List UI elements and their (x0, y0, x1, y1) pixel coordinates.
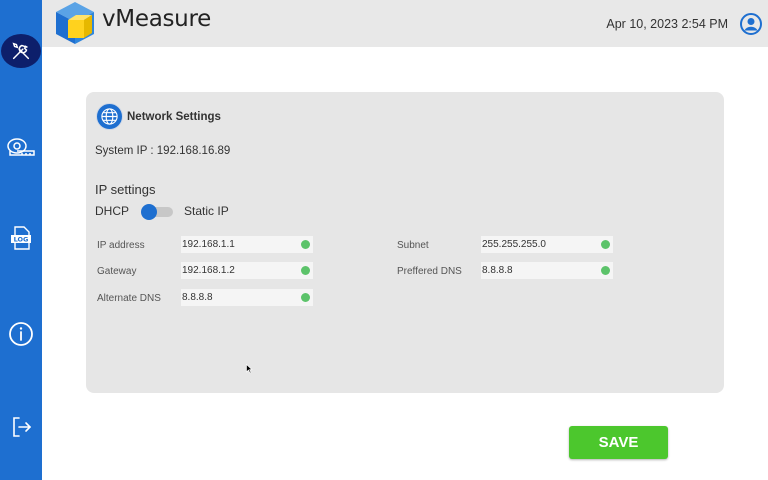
alternate-dns-label: Alternate DNS (97, 293, 161, 304)
ip-address-value: 192.168.1.1 (182, 239, 235, 250)
ip-address-input[interactable]: 192.168.1.1 (181, 236, 313, 253)
ip-mode-row: DHCP Static IP (95, 204, 229, 220)
subnet-input[interactable]: 255.255.255.0 (481, 236, 613, 253)
sidebar-item-info[interactable] (0, 314, 42, 354)
user-account-icon[interactable] (740, 13, 762, 35)
preferred-dns-value: 8.8.8.8 (482, 265, 513, 276)
ip-address-label: IP address (97, 240, 145, 251)
panel-title: Network Settings (127, 110, 221, 123)
valid-check-icon (601, 266, 610, 275)
sidebar-item-settings[interactable] (0, 31, 42, 71)
top-header: vMeasure Apr 10, 2023 2:54 PM (42, 0, 768, 47)
subnet-label: Subnet (397, 240, 429, 251)
toggle-knob (141, 204, 158, 220)
ip-settings-heading: IP settings (95, 182, 156, 197)
ip-mode-toggle[interactable] (141, 204, 174, 220)
subnet-value: 255.255.255.0 (482, 239, 546, 250)
gateway-label: Gateway (97, 266, 137, 277)
sidebar-item-measure[interactable] (0, 128, 42, 168)
alternate-dns-input[interactable]: 8.8.8.8 (181, 289, 313, 306)
sidebar: LOG (0, 0, 42, 480)
network-settings-panel: Network Settings System IP : 192.168.16.… (86, 92, 724, 393)
static-ip-label: Static IP (184, 204, 229, 218)
sidebar-item-logout[interactable] (0, 407, 42, 447)
app-brand: vMeasure (102, 6, 211, 32)
vmeasure-logo (56, 2, 94, 44)
valid-check-icon (301, 240, 310, 249)
measuring-tape-icon (7, 138, 35, 156)
gateway-value: 192.168.1.2 (182, 265, 235, 276)
valid-check-icon (301, 266, 310, 275)
system-ip: System IP : 192.168.16.89 (95, 145, 231, 157)
globe-icon (96, 103, 123, 130)
log-icon: LOG (11, 226, 31, 250)
gateway-input[interactable]: 192.168.1.2 (181, 262, 313, 279)
preferred-dns-label: Preffered DNS (397, 266, 462, 277)
logout-icon (13, 417, 32, 437)
valid-check-icon (601, 240, 610, 249)
svg-text:LOG: LOG (14, 236, 29, 244)
active-indicator (1, 34, 41, 68)
valid-check-icon (301, 293, 310, 302)
panel-header: Network Settings (96, 103, 221, 130)
alternate-dns-value: 8.8.8.8 (182, 292, 213, 303)
datetime: Apr 10, 2023 2:54 PM (606, 17, 728, 31)
dhcp-label: DHCP (95, 204, 130, 218)
mouse-pointer-icon (246, 364, 253, 374)
sidebar-item-log[interactable]: LOG (0, 218, 42, 258)
save-button[interactable]: SAVE (569, 426, 668, 459)
tools-icon (12, 42, 30, 60)
preferred-dns-input[interactable]: 8.8.8.8 (481, 262, 613, 279)
info-icon (9, 322, 33, 346)
